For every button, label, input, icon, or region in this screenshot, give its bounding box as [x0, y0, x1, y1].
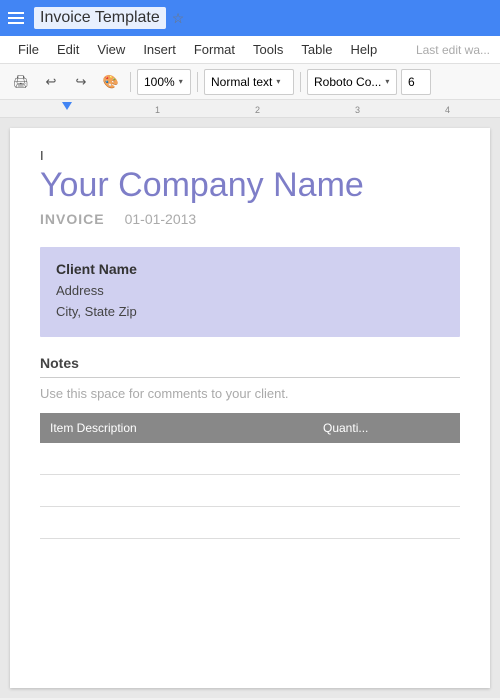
- menu-help[interactable]: Help: [342, 40, 385, 59]
- print-button[interactable]: 🖨: [8, 69, 34, 95]
- menu-format[interactable]: Format: [186, 40, 243, 59]
- doc-title[interactable]: Invoice Template: [34, 7, 166, 29]
- table-row: [40, 475, 460, 507]
- doc-page: I Your Company Name INVOICE 01-01-2013 C…: [10, 128, 490, 688]
- font-size-value: 6: [408, 75, 415, 89]
- menu-bar: File Edit View Insert Format Tools Table…: [0, 36, 500, 64]
- invoice-label: INVOICE: [40, 211, 105, 227]
- table-row: [40, 507, 460, 539]
- client-name[interactable]: Client Name: [56, 261, 444, 277]
- table-cell-desc-3[interactable]: [40, 507, 313, 539]
- style-arrow: ▾: [276, 77, 280, 86]
- redo-button[interactable]: ↪: [68, 69, 94, 95]
- font-arrow: ▾: [385, 77, 389, 86]
- font-value: Roboto Co...: [314, 75, 381, 89]
- style-select[interactable]: Normal text ▾: [204, 69, 294, 95]
- toolbar-sep-2: [197, 72, 198, 92]
- toolbar-sep-1: [130, 72, 131, 92]
- menu-view[interactable]: View: [89, 40, 133, 59]
- menu-edit[interactable]: Edit: [49, 40, 87, 59]
- client-address-line1[interactable]: Address: [56, 281, 444, 302]
- doc-area: I Your Company Name INVOICE 01-01-2013 C…: [0, 118, 500, 698]
- company-name[interactable]: Your Company Name: [40, 166, 460, 205]
- table-cell-qty-3[interactable]: [313, 507, 460, 539]
- table-header-row: Item Description Quanti...: [40, 413, 460, 443]
- zoom-arrow: ▾: [179, 77, 183, 86]
- menu-file[interactable]: File: [10, 40, 47, 59]
- ruler-marker-3: 3: [355, 105, 360, 115]
- ruler-marker-4: 4: [445, 105, 450, 115]
- col-header-quantity: Quanti...: [313, 413, 460, 443]
- table-cell-qty-2[interactable]: [313, 475, 460, 507]
- client-city-state-zip[interactable]: City, State Zip: [56, 302, 444, 323]
- toolbar: 🖨 ↩ ↪ 🎨 100% ▾ Normal text ▾ Roboto Co..…: [0, 64, 500, 100]
- invoice-date: 01-01-2013: [125, 211, 197, 227]
- ruler-marker-2: 2: [255, 105, 260, 115]
- notes-title: Notes: [40, 355, 460, 371]
- font-size-select[interactable]: 6: [401, 69, 431, 95]
- title-area: Invoice Template ☆: [34, 7, 184, 29]
- toolbar-sep-3: [300, 72, 301, 92]
- ruler-tab[interactable]: [62, 102, 72, 110]
- notes-divider: [40, 377, 460, 378]
- table-row: [40, 443, 460, 475]
- style-value: Normal text: [211, 75, 272, 89]
- zoom-value: 100%: [144, 75, 175, 89]
- notes-placeholder[interactable]: Use this space for comments to your clie…: [40, 386, 460, 401]
- col-header-description: Item Description: [40, 413, 313, 443]
- client-box: Client Name Address City, State Zip: [40, 247, 460, 337]
- ruler-marker-1: 1: [155, 105, 160, 115]
- star-icon[interactable]: ☆: [172, 10, 185, 27]
- items-table: Item Description Quanti...: [40, 413, 460, 540]
- menu-table[interactable]: Table: [293, 40, 340, 59]
- cursor-line: I: [40, 148, 460, 162]
- client-address: Address City, State Zip: [56, 281, 444, 323]
- table-cell-desc-2[interactable]: [40, 475, 313, 507]
- font-select[interactable]: Roboto Co... ▾: [307, 69, 397, 95]
- app-menu-icon[interactable]: [8, 12, 24, 24]
- notes-section: Notes Use this space for comments to you…: [40, 355, 460, 401]
- menu-tools[interactable]: Tools: [245, 40, 291, 59]
- undo-button[interactable]: ↩: [38, 69, 64, 95]
- menu-insert[interactable]: Insert: [135, 40, 184, 59]
- invoice-date-row: INVOICE 01-01-2013: [40, 211, 460, 227]
- ruler: 1 2 3 4: [0, 100, 500, 118]
- paint-format-button[interactable]: 🎨: [98, 69, 124, 95]
- top-bar: Invoice Template ☆: [0, 0, 500, 36]
- table-cell-qty-1[interactable]: [313, 443, 460, 475]
- zoom-select[interactable]: 100% ▾: [137, 69, 191, 95]
- last-edit-text: Last edit wa...: [416, 43, 490, 57]
- table-cell-desc-1[interactable]: [40, 443, 313, 475]
